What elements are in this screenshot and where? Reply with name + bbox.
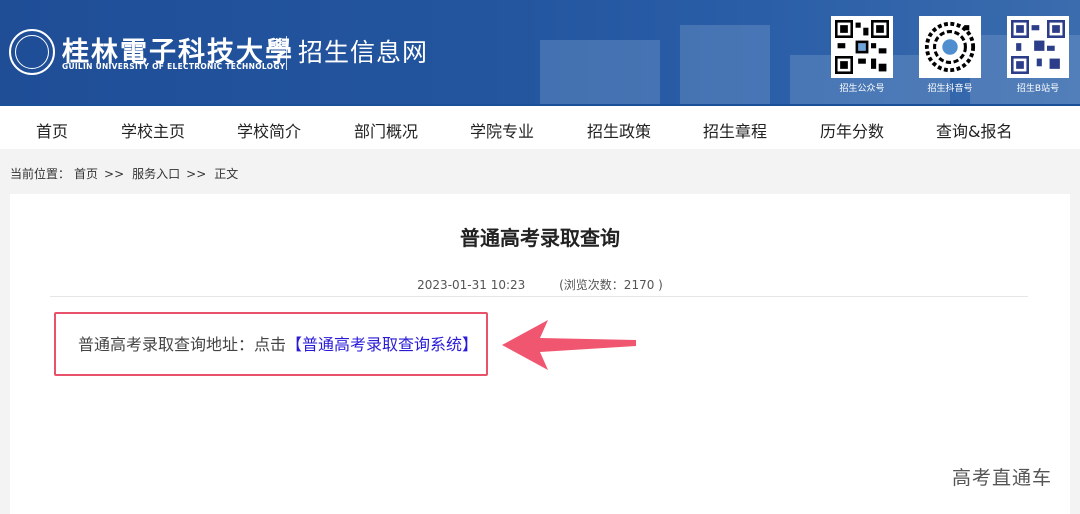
article-body: 普通高考录取查询地址：点击【普通高考录取查询系统】 <box>78 331 478 355</box>
article-title: 普通高考录取查询 <box>460 226 620 250</box>
qr-code-douyin <box>919 16 981 78</box>
breadcrumb-separator: >> <box>186 167 207 181</box>
nav-item-school-homepage[interactable]: 学校主页 <box>121 118 185 142</box>
nav-item-departments[interactable]: 部门概况 <box>354 118 418 142</box>
article-date: 2023-01-31 10:23 <box>417 278 526 292</box>
nav-item-past-scores[interactable]: 历年分数 <box>820 118 884 142</box>
nav-item-admission-policy[interactable]: 招生政策 <box>587 118 651 142</box>
site-name: 招生信息网 <box>298 38 429 67</box>
qr-label-wechat: 招生公众号 <box>839 84 885 94</box>
qr-code-icon <box>835 20 889 74</box>
nav-item-school-intro[interactable]: 学校简介 <box>237 118 301 142</box>
qr-code-bilibili <box>1007 16 1069 78</box>
logo-divider <box>286 36 287 70</box>
breadcrumb-separator: >> <box>104 167 125 181</box>
nav-item-query-register[interactable]: 查询&报名 <box>936 118 1012 142</box>
body-prefix-text: 普通高考录取查询地址：点击 <box>78 335 287 354</box>
breadcrumb: 当前位置： 首页 >> 服务入口 >> 正文 <box>10 165 242 182</box>
qr-code-wechat <box>831 16 893 78</box>
annotation-arrow-icon <box>502 320 636 370</box>
school-name-en: GUILIN UNIVERSITY OF ELECTRONIC TECHNOLO… <box>62 62 286 71</box>
qr-label-douyin: 招生抖音号 <box>927 84 973 94</box>
qr-code-icon <box>1011 20 1065 74</box>
article-view-count: (浏览次数：2170 ) <box>559 278 663 292</box>
qr-label-bilibili: 招生B站号 <box>1016 84 1060 94</box>
breadcrumb-home[interactable]: 首页 <box>74 167 98 181</box>
watermark-text: 高考直通车 <box>951 467 1052 489</box>
nav-item-home[interactable]: 首页 <box>36 118 68 142</box>
nav-item-admission-charter[interactable]: 招生章程 <box>703 118 767 142</box>
breadcrumb-prefix: 当前位置： <box>10 167 71 181</box>
article-card: 普通高考录取查询 2023-01-31 10:23 (浏览次数：2170 ) 普… <box>10 194 1070 514</box>
nav-item-colleges-majors[interactable]: 学院专业 <box>470 118 534 142</box>
admission-query-system-link[interactable]: 【普通高考录取查询系统】 <box>286 335 478 354</box>
university-seal-logo[interactable] <box>9 29 55 75</box>
article-meta: 2023-01-31 10:23 (浏览次数：2170 ) <box>10 276 1070 293</box>
main-nav: 首页 学校主页 学校简介 部门概况 学院专业 招生政策 招生章程 历年分数 查询… <box>0 104 1080 149</box>
breadcrumb-service-entry[interactable]: 服务入口 <box>132 167 180 181</box>
qr-code-icon <box>923 20 977 74</box>
meta-divider <box>50 296 1028 297</box>
site-header: 桂林電子科技大學 GUILIN UNIVERSITY OF ELECTRONIC… <box>0 0 1080 104</box>
campus-building-background <box>540 25 1080 104</box>
breadcrumb-current: 正文 <box>214 167 239 181</box>
